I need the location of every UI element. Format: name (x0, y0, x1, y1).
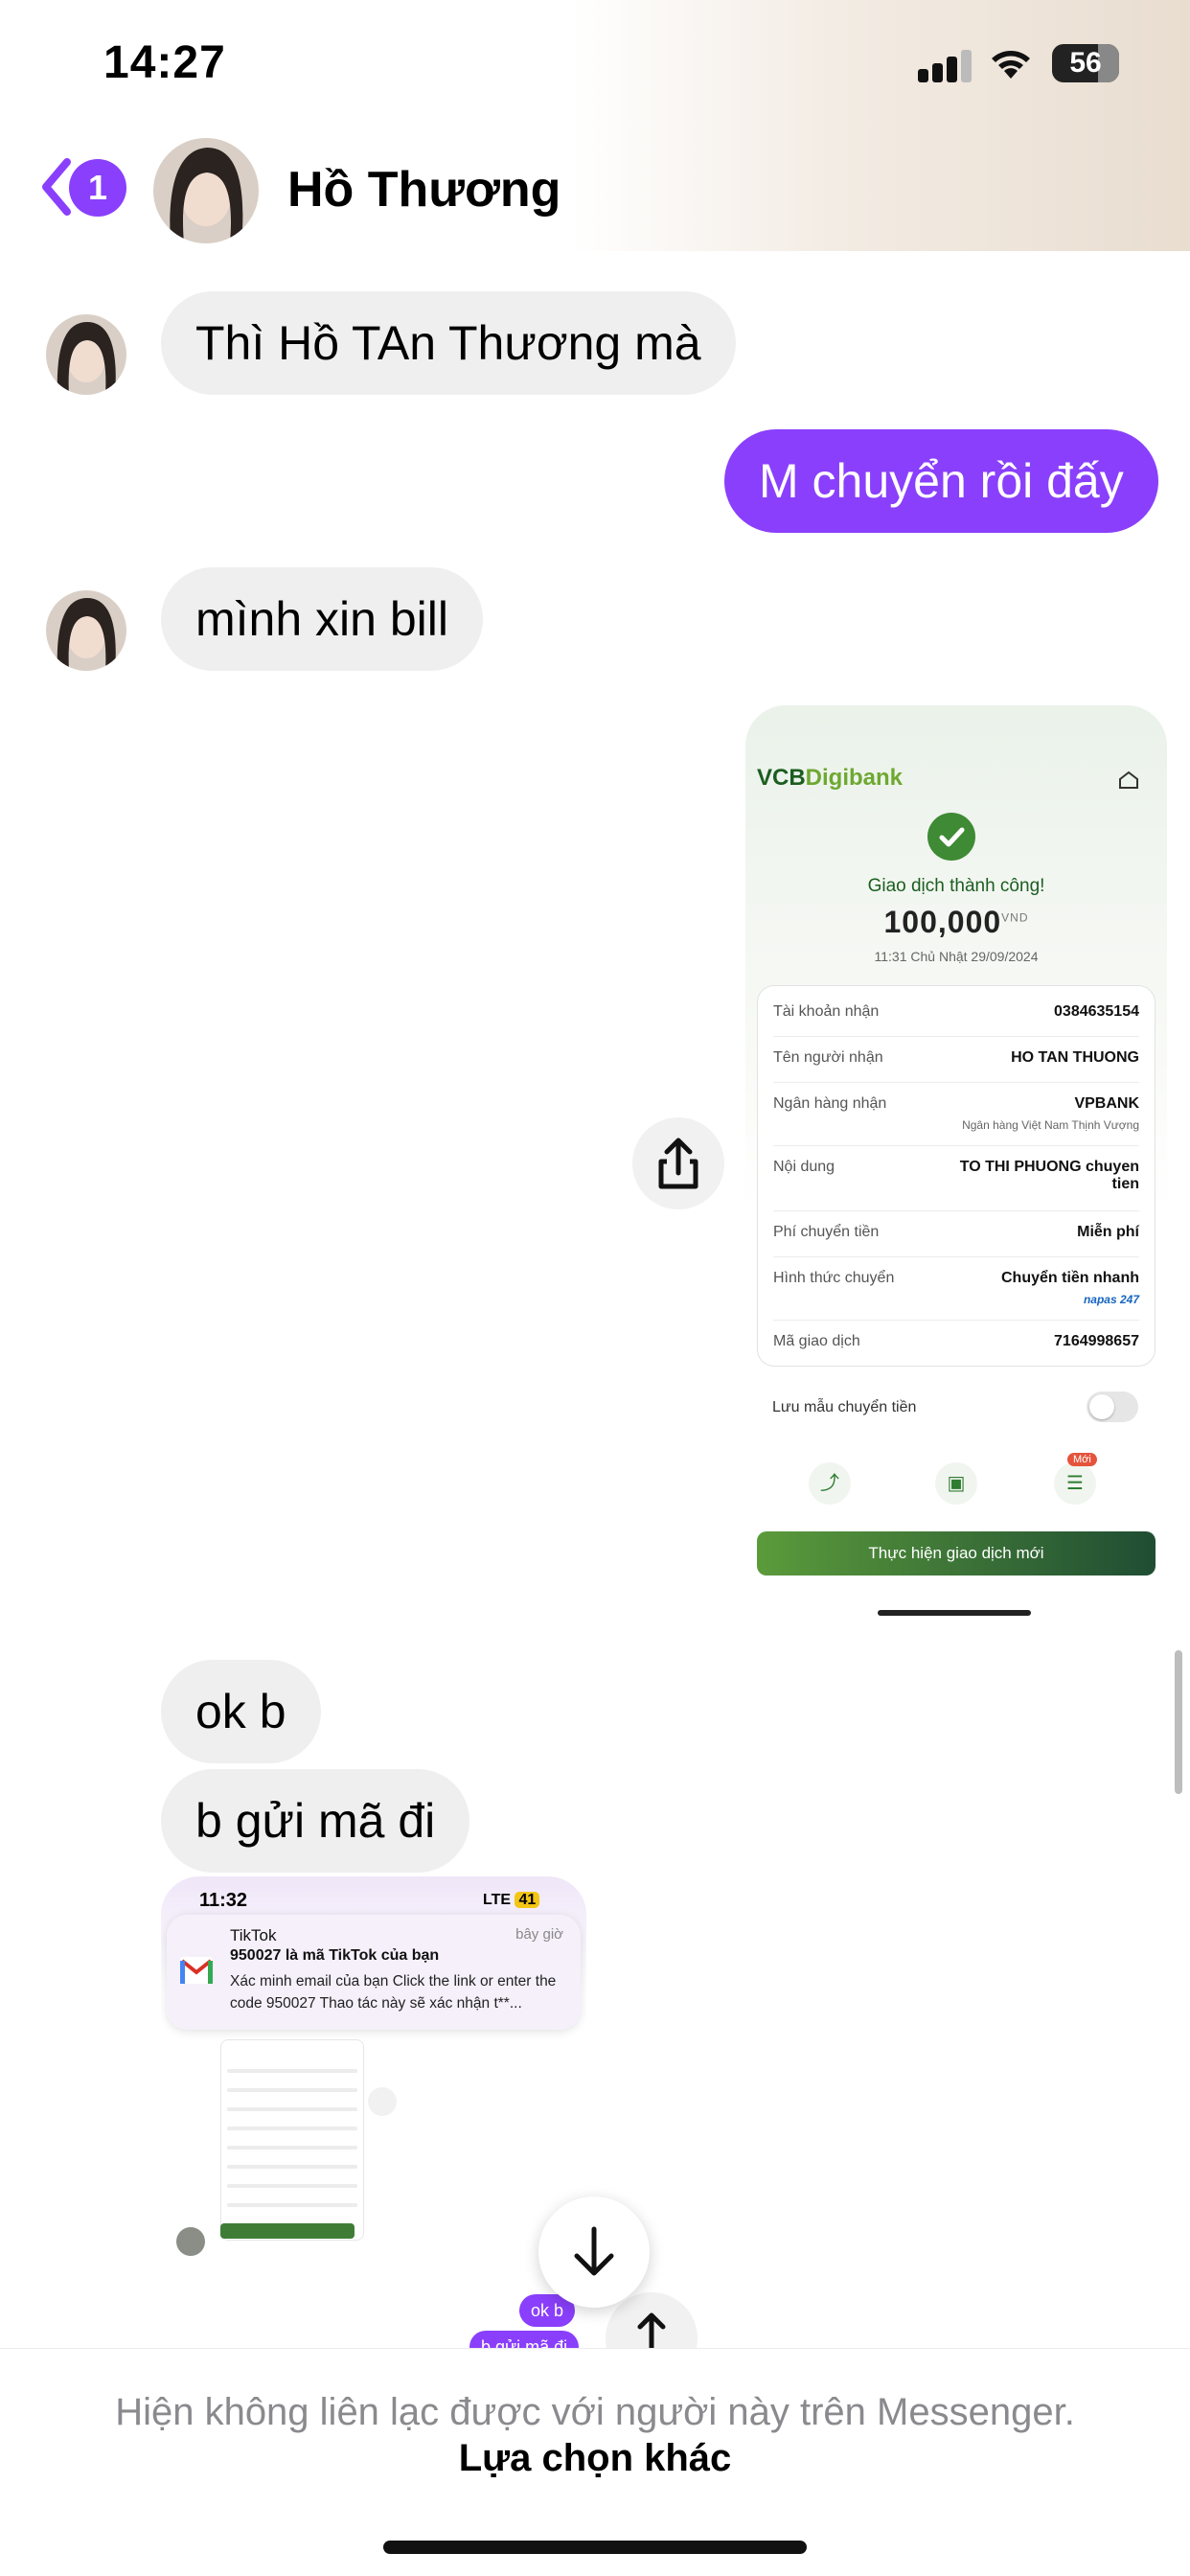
incoming-message[interactable]: Thì Hồ TAn Thương mà (161, 291, 736, 395)
incoming-message[interactable]: mình xin bill (161, 567, 483, 671)
transaction-datetime: 11:31 Chủ Nhật 29/09/2024 (874, 949, 1039, 964)
notification-title: 950027 là mã TikTok của bạn (230, 1947, 440, 1964)
tiktok-notification: TikTok bây giờ 950027 là mã TikTok của b… (167, 1915, 581, 2030)
arrow-down-icon (574, 2226, 614, 2276)
wifi-icon (992, 51, 1030, 79)
save-template-toggle (1087, 1392, 1138, 1422)
share-image-button[interactable] (632, 1117, 724, 1209)
new-transaction-button: Thực hiện giao dịch mới (757, 1531, 1156, 1576)
screenshot-time: 11:32 (199, 1890, 248, 1911)
battery-icon: 56 (1052, 44, 1119, 82)
transaction-details-card: Tài khoản nhận 0384635154 Tên người nhận H… (757, 985, 1156, 1367)
status-time: 14:27 (103, 37, 226, 88)
sender-avatar[interactable] (46, 590, 126, 671)
thumbnail-button (220, 2223, 355, 2239)
scroll-to-bottom-button[interactable] (538, 2196, 650, 2308)
incoming-message[interactable]: b gửi mã đi (161, 1769, 470, 1873)
sender-avatar[interactable] (46, 314, 126, 395)
unavailable-message: Hiện không liên lạc được với người này t… (115, 2391, 1075, 2433)
notification-time: bây giờ (515, 1926, 563, 1943)
transaction-status: Giao dịch thành công! (867, 876, 1045, 896)
receipt-home-indicator (878, 1610, 1031, 1616)
scrollbar[interactable] (1175, 1650, 1182, 1794)
share-icon: ⤴ (809, 1462, 851, 1505)
transaction-amount: 100,000VND (883, 905, 1029, 939)
new-badge: Mới (1067, 1453, 1097, 1466)
home-indicator[interactable] (383, 2541, 807, 2554)
screenshot-network: LTE 41 (483, 1892, 540, 1909)
home-icon (1119, 770, 1138, 789)
transfer-receipt-image[interactable]: VCBDigibank Giao dịch thành công! 100,00… (745, 705, 1167, 1625)
contact-avatar[interactable] (153, 138, 259, 243)
avatar (176, 2227, 205, 2256)
receipt-thumbnail (220, 2039, 364, 2241)
template-icon: ☰ (1054, 1462, 1096, 1505)
other-options-link[interactable]: Lựa chọn khác (0, 2437, 1190, 2480)
unavailable-footer: Hiện không liên lạc được với người này t… (0, 2348, 1190, 2576)
image-icon: ▣ (935, 1462, 977, 1505)
share-icon (658, 1138, 698, 1189)
incoming-message[interactable]: ok b (161, 1660, 321, 1763)
share-icon (368, 2087, 397, 2116)
contact-name[interactable]: Hồ Thương (287, 161, 561, 218)
verification-code-screenshot[interactable]: 11:32 LTE 41 TikTok bây giờ 950027 là mã… (161, 1876, 586, 2269)
outgoing-message[interactable]: M chuyển rồi đấy (724, 429, 1158, 533)
vcb-digibank-logo: VCBDigibank (757, 765, 904, 791)
gmail-icon (180, 1957, 213, 1984)
notification-app: TikTok (230, 1926, 277, 1944)
top-bar: 14:27 56 1 Hồ Thương (0, 0, 1190, 251)
notification-body: Xác minh email của bạn Click the link or… (230, 1973, 557, 2012)
unread-count-badge[interactable]: 1 (69, 159, 126, 217)
cellular-signal-icon (918, 48, 972, 82)
save-template-label: Lưu mẫu chuyển tiền (772, 1399, 917, 1415)
success-check-icon (927, 813, 975, 861)
